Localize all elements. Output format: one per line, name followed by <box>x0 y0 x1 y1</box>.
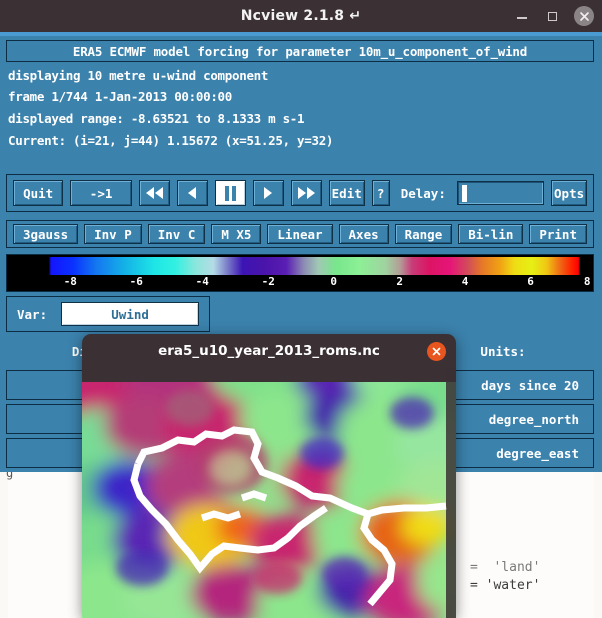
option-interpolation-button[interactable]: Bi-lin <box>458 224 524 244</box>
maximize-icon[interactable] <box>544 8 560 24</box>
step-back-button[interactable] <box>176 180 208 206</box>
plot-close-icon[interactable] <box>427 342 446 361</box>
option-invert-colors-button[interactable]: Inv C <box>147 224 206 244</box>
delay-input[interactable] <box>456 181 545 205</box>
colorbar-ticks: -8 -6 -4 -2 0 2 4 6 8 <box>9 275 593 291</box>
plot-window-title-bar: era5_u10_year_2013_roms.nc <box>82 334 456 368</box>
edit-button[interactable]: Edit <box>328 180 365 206</box>
info-line-displaying: displaying 10 metre u-wind component <box>8 68 269 83</box>
double-left-arrow-icon <box>145 187 163 199</box>
left-arrow-icon <box>188 187 197 199</box>
option-colormap-button[interactable]: 3gauss <box>13 224 79 244</box>
forward-fast-button[interactable] <box>290 180 322 206</box>
background-text-land: = 'land' <box>470 560 541 575</box>
colorbar-gradient <box>9 257 593 275</box>
text-caret <box>461 185 467 202</box>
colorbar-tick: -4 <box>195 275 209 288</box>
banner-text: ERA5 ECMWF model forcing for parameter 1… <box>72 43 528 59</box>
plot-window-title: era5_u10_year_2013_roms.nc <box>158 343 380 359</box>
playback-toolbar: Quit ->1 Edit ? Delay: Opts <box>6 174 594 212</box>
minimize-icon[interactable] <box>514 8 530 24</box>
plot-window: era5_u10_year_2013_roms.nc <box>82 334 456 618</box>
help-button[interactable]: ? <box>371 180 390 206</box>
option-invert-physical-button[interactable]: Inv P <box>84 224 142 244</box>
colorbar-tick: 4 <box>461 275 469 288</box>
colorbar-tick: -2 <box>261 275 275 288</box>
option-scale-button[interactable]: Linear <box>267 224 333 244</box>
variable-label: Var: <box>17 306 48 322</box>
background-text-water: = 'water' <box>470 578 541 593</box>
pause-button[interactable] <box>214 180 246 206</box>
variable-selector: Var: Uwind <box>6 296 210 332</box>
colorbar-tick: 8 <box>583 275 591 288</box>
option-magnify-button[interactable]: M X5 <box>211 224 262 244</box>
right-arrow-icon <box>264 187 273 199</box>
option-print-button[interactable]: Print <box>529 224 587 244</box>
banner: ERA5 ECMWF model forcing for parameter 1… <box>6 40 594 62</box>
window-controls <box>514 0 594 32</box>
options-toolbar: 3gauss Inv P Inv C M X5 Linear Axes Rang… <box>6 220 594 248</box>
quit-button[interactable]: Quit <box>13 180 64 206</box>
window-title: Ncview 2.1.8 ↵ <box>240 8 362 24</box>
info-line-frame: frame 1/744 1-Jan-2013 00:00:00 <box>8 89 232 104</box>
colorbar-tick: 6 <box>527 275 534 288</box>
plot-canvas[interactable] <box>82 368 456 618</box>
screen: g = 'land' = 'water' Ncview 2.1.8 ↵ ERA5… <box>0 0 602 618</box>
option-range-button[interactable]: Range <box>394 224 453 244</box>
option-axes-button[interactable]: Axes <box>338 224 389 244</box>
double-right-arrow-icon <box>297 187 315 199</box>
info-line-range: displayed range: -8.63521 to 8.1333 m s-… <box>8 111 305 126</box>
variable-button-uwind[interactable]: Uwind <box>61 302 200 326</box>
colorbar-tick: 0 <box>330 275 338 288</box>
step-forward-button[interactable] <box>252 180 284 206</box>
opts-button[interactable]: Opts <box>551 180 587 206</box>
info-line-current: Current: (i=21, j=44) 1.15672 (x=51.25, … <box>8 133 334 148</box>
colorbar-tick: -8 <box>63 275 77 288</box>
goto-first-frame-button[interactable]: ->1 <box>70 180 132 206</box>
close-icon[interactable] <box>574 6 594 26</box>
colorbar-tick: -6 <box>129 275 143 288</box>
delay-label: Delay: <box>400 185 446 201</box>
colorbar[interactable]: -8 -6 -4 -2 0 2 4 6 8 <box>6 254 594 292</box>
pause-icon <box>224 185 236 201</box>
rewind-fast-button[interactable] <box>138 180 170 206</box>
title-bar: Ncview 2.1.8 ↵ <box>0 0 602 32</box>
colorbar-tick: 2 <box>396 275 403 288</box>
